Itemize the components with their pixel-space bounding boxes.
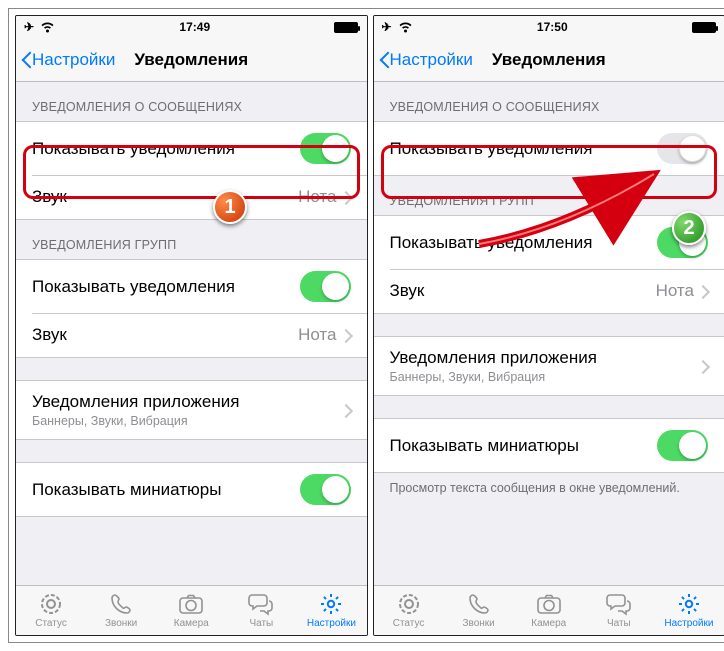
cell-sublabel: Баннеры, Звуки, Вибрация — [32, 414, 239, 428]
battery-icon — [692, 22, 716, 33]
chevron-right-icon — [343, 404, 351, 417]
section-header-messages: УВЕДОМЛЕНИЯ О СООБЩЕНИЯХ — [374, 82, 724, 121]
toggle-show-notifications-msg[interactable] — [657, 133, 708, 164]
section-header-messages: УВЕДОМЛЕНИЯ О СООБЩЕНИЯХ — [16, 82, 367, 121]
tab-chats[interactable]: Чаты — [226, 586, 296, 635]
camera-icon — [178, 593, 204, 615]
section-header-groups: УВЕДОМЛЕНИЯ ГРУПП — [374, 176, 724, 215]
chevron-left-icon — [20, 50, 32, 70]
settings-content: УВЕДОМЛЕНИЯ О СООБЩЕНИЯХ Показывать увед… — [16, 82, 367, 585]
row-sound-group[interactable]: Звук Нота — [16, 313, 367, 357]
row-show-notifications-msg[interactable]: Показывать уведомления — [374, 122, 724, 175]
tab-bar: Статус Звонки Камера Чаты Настройки — [16, 585, 367, 635]
cell-label: Показывать миниатюры — [32, 480, 221, 500]
chats-icon — [248, 592, 274, 616]
airplane-icon: ✈ — [382, 20, 392, 34]
clock: 17:50 — [537, 20, 568, 34]
row-sound-group[interactable]: Звук Нота — [374, 269, 724, 313]
tab-settings[interactable]: Настройки — [654, 586, 724, 635]
cell-label: Звук — [390, 281, 425, 301]
phone-left: ✈ 17:49 Настройки Уведомления УВЕДОМЛЕНИ… — [15, 15, 368, 636]
toggle-show-notifications-msg[interactable] — [300, 133, 351, 164]
row-show-notifications-group[interactable]: Показывать уведомления — [16, 260, 367, 313]
status-icon — [39, 592, 63, 616]
row-sound-msg[interactable]: Звук Нота — [16, 175, 367, 219]
wifi-icon — [398, 22, 413, 33]
tab-bar: Статус Звонки Камера Чаты Настройки — [374, 585, 724, 635]
cell-sublabel: Баннеры, Звуки, Вибрация — [390, 370, 597, 384]
cell-label: Показывать уведомления — [390, 233, 593, 253]
toggle-show-thumbnails[interactable] — [657, 430, 708, 461]
status-bar: ✈ 17:50 — [374, 16, 724, 38]
chevron-right-icon — [700, 360, 708, 373]
tab-camera[interactable]: Камера — [514, 586, 584, 635]
airplane-icon: ✈ — [24, 20, 34, 34]
wifi-icon — [40, 22, 55, 33]
status-bar: ✈ 17:49 — [16, 16, 367, 38]
phone-icon — [467, 592, 491, 616]
row-app-notifications[interactable]: Уведомления приложения Баннеры, Звуки, В… — [16, 381, 367, 439]
row-show-thumbnails[interactable]: Показывать миниатюры — [374, 419, 724, 472]
tab-calls[interactable]: Звонки — [444, 586, 514, 635]
gear-icon — [677, 592, 701, 616]
tab-calls[interactable]: Звонки — [86, 586, 156, 635]
chevron-right-icon — [343, 191, 351, 204]
chevron-right-icon — [700, 285, 708, 298]
row-show-thumbnails[interactable]: Показывать миниатюры — [16, 463, 367, 516]
tab-camera[interactable]: Камера — [156, 586, 226, 635]
comparison-stage: ✈ 17:49 Настройки Уведомления УВЕДОМЛЕНИ… — [8, 8, 724, 643]
phone-right: ✈ 17:50 Настройки Уведомления УВЕДОМЛЕНИ… — [373, 15, 724, 636]
cell-label: Звук — [32, 325, 67, 345]
cell-value: Нота — [656, 281, 694, 301]
cell-label: Показывать уведомления — [32, 277, 235, 297]
cell-label: Показывать уведомления — [32, 139, 235, 159]
section-footer: Просмотр текста сообщения в окне уведомл… — [374, 473, 724, 497]
chevron-left-icon — [378, 50, 390, 70]
tab-status[interactable]: Статус — [374, 586, 444, 635]
clock: 17:49 — [179, 20, 210, 34]
cell-label: Звук — [32, 187, 67, 207]
cell-label: Показывать уведомления — [390, 139, 593, 159]
settings-content: УВЕДОМЛЕНИЯ О СООБЩЕНИЯХ Показывать увед… — [374, 82, 724, 585]
battery-icon — [334, 22, 358, 33]
cell-label: Показывать миниатюры — [390, 436, 579, 456]
cell-value: Нота — [298, 187, 336, 207]
tab-chats[interactable]: Чаты — [584, 586, 654, 635]
row-show-notifications-msg[interactable]: Показывать уведомления — [16, 122, 367, 175]
cell-label: Уведомления приложения — [390, 348, 597, 368]
back-button[interactable]: Настройки — [16, 50, 115, 70]
status-icon — [397, 592, 421, 616]
back-button[interactable]: Настройки — [374, 50, 473, 70]
toggle-show-thumbnails[interactable] — [300, 474, 351, 505]
toggle-show-notifications-group[interactable] — [300, 271, 351, 302]
section-header-groups: УВЕДОМЛЕНИЯ ГРУПП — [16, 220, 367, 259]
row-app-notifications[interactable]: Уведомления приложения Баннеры, Звуки, В… — [374, 337, 724, 395]
nav-bar: Настройки Уведомления — [16, 38, 367, 82]
tab-status[interactable]: Статус — [16, 586, 86, 635]
camera-icon — [536, 593, 562, 615]
tab-settings[interactable]: Настройки — [296, 586, 366, 635]
cell-value: Нота — [298, 325, 336, 345]
nav-bar: Настройки Уведомления — [374, 38, 724, 82]
row-show-notifications-group[interactable]: Показывать уведомления — [374, 216, 724, 269]
chevron-right-icon — [343, 329, 351, 342]
toggle-show-notifications-group[interactable] — [657, 227, 708, 258]
phone-icon — [109, 592, 133, 616]
gear-icon — [319, 592, 343, 616]
cell-label: Уведомления приложения — [32, 392, 239, 412]
chats-icon — [606, 592, 632, 616]
